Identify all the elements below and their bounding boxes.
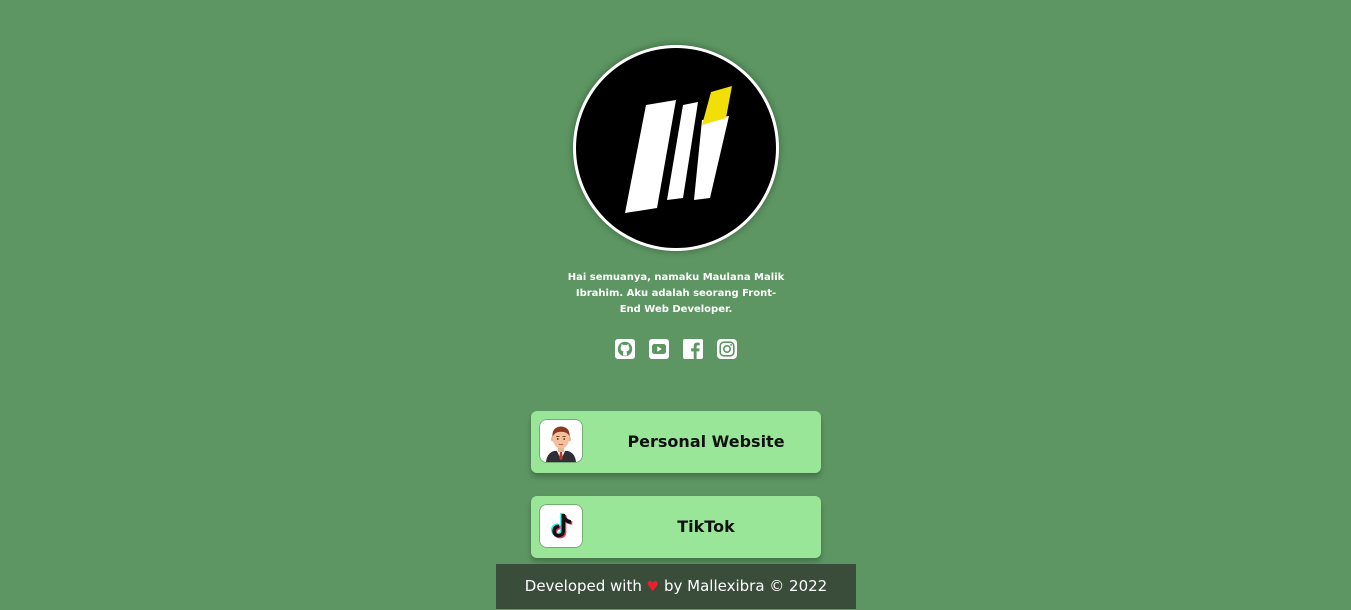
facebook-icon <box>683 339 703 359</box>
personal-website-link[interactable]: Personal Website <box>531 411 821 473</box>
heart-icon: ♥ <box>646 579 660 595</box>
youtube-link[interactable] <box>648 338 670 360</box>
github-link[interactable] <box>614 338 636 360</box>
tiktok-icon-box <box>540 505 582 547</box>
github-icon <box>615 339 635 359</box>
footer: Developed with ♥ by Mallexibra © 2022 <box>496 564 856 609</box>
tiktok-link[interactable]: TikTok <box>531 496 821 558</box>
instagram-icon <box>717 339 737 359</box>
footer-credit: by Mallexibra © 2022 <box>663 577 828 595</box>
tiktok-icon <box>540 505 582 547</box>
instagram-link[interactable] <box>716 338 738 360</box>
man-avatar-icon <box>540 420 582 462</box>
facebook-link[interactable] <box>682 338 704 360</box>
profile-avatar <box>573 45 779 251</box>
youtube-icon <box>649 339 669 359</box>
tiktok-label: TikTok <box>677 517 735 536</box>
social-links <box>614 338 738 360</box>
profile-bio: Hai semuanya, namaku Maulana Malik Ibrah… <box>567 272 785 315</box>
avatar-logo <box>576 48 776 248</box>
footer-prefix: Developed with <box>524 577 642 595</box>
personal-website-label: Personal Website <box>627 432 785 451</box>
personal-website-icon-box <box>540 420 582 462</box>
mi-logo-icon <box>625 86 732 213</box>
